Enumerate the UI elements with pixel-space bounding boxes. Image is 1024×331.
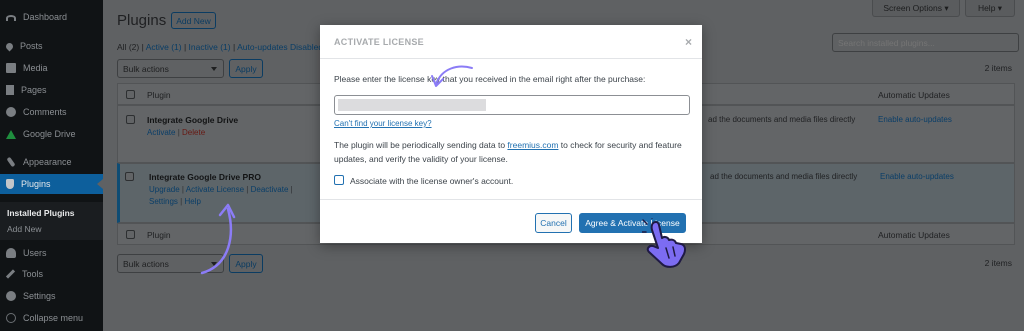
plugins-submenu: Installed Plugins Add New bbox=[0, 202, 103, 240]
filter-inactive-label: Inactive bbox=[188, 42, 218, 52]
sidebar-item-dashboard[interactable]: Dashboard bbox=[0, 7, 103, 27]
items-count-bottom: 2 items bbox=[984, 258, 1012, 268]
items-count-top: 2 items bbox=[984, 63, 1012, 73]
filter-active-count: (1) bbox=[171, 42, 182, 52]
filter-inactive[interactable]: Inactive (1) bbox=[189, 42, 231, 52]
cancel-button[interactable]: Cancel bbox=[535, 213, 572, 233]
plugin-description: ad the documents and media files directl… bbox=[710, 172, 858, 181]
license-instruction: Please enter the license key that you re… bbox=[334, 74, 646, 84]
collapse-icon bbox=[6, 313, 16, 323]
license-key-redacted bbox=[338, 99, 486, 111]
curved-arrow-icon bbox=[200, 203, 236, 275]
help-button[interactable]: Help ▾ bbox=[965, 0, 1015, 17]
associate-account-checkbox[interactable] bbox=[334, 175, 344, 185]
data-sharing-notice: The plugin will be periodically sending … bbox=[334, 138, 692, 166]
column-plugin: Plugin bbox=[147, 90, 171, 100]
sidebar-item-posts[interactable]: Posts bbox=[0, 36, 103, 56]
screen-options-button[interactable]: Screen Options ▾ bbox=[872, 0, 960, 17]
activate-link[interactable]: Activate bbox=[147, 128, 175, 137]
sidebar-item-label: Dashboard bbox=[23, 12, 68, 22]
hand-cursor-icon bbox=[642, 218, 686, 268]
admin-sidebar: Dashboard Posts Media Pages Comments Goo… bbox=[0, 0, 103, 331]
submenu-add-new[interactable]: Add New bbox=[7, 224, 42, 234]
bulk-actions-select-top[interactable]: Bulk actions bbox=[117, 59, 224, 78]
column-plugin: Plugin bbox=[147, 230, 171, 240]
sidebar-item-comments[interactable]: Comments bbox=[0, 102, 103, 122]
dialog-title: ACTIVATE LICENSE bbox=[334, 37, 424, 47]
row-actions: Activate | Delete bbox=[147, 128, 206, 137]
curved-arrow-icon bbox=[431, 65, 473, 87]
sidebar-item-label: Comments bbox=[23, 107, 67, 117]
brush-icon bbox=[6, 156, 16, 168]
comments-icon bbox=[6, 107, 16, 117]
sidebar-item-settings[interactable]: Settings bbox=[0, 286, 103, 306]
search-input[interactable] bbox=[832, 33, 1019, 52]
pin-icon bbox=[4, 41, 15, 51]
notice-text-before: The plugin will be periodically sending … bbox=[334, 140, 508, 150]
sidebar-item-label: Users bbox=[23, 248, 47, 258]
enable-auto-updates-link[interactable]: Enable auto-updates bbox=[878, 115, 952, 124]
plugin-name: Integrate Google Drive PRO bbox=[149, 172, 261, 182]
sidebar-item-google-drive[interactable]: Google Drive bbox=[0, 124, 103, 144]
page-title: Plugins bbox=[117, 12, 167, 29]
enable-auto-updates-link[interactable]: Enable auto-updates bbox=[880, 172, 954, 181]
filter-autoupdates-disabled[interactable]: Auto-updates Disabled bbox=[237, 42, 323, 52]
delete-link[interactable]: Delete bbox=[182, 128, 205, 137]
sidebar-item-label: Plugins bbox=[21, 179, 51, 189]
sidebar-item-tools[interactable]: Tools bbox=[0, 264, 103, 284]
upgrade-link[interactable]: Upgrade bbox=[149, 185, 180, 194]
sidebar-item-pages[interactable]: Pages bbox=[0, 80, 103, 100]
sidebar-item-label: Google Drive bbox=[23, 129, 76, 139]
activate-license-link[interactable]: Activate License bbox=[186, 185, 244, 194]
sidebar-item-users[interactable]: Users bbox=[0, 243, 103, 263]
settings-link[interactable]: Settings bbox=[149, 197, 178, 206]
select-all-checkbox[interactable] bbox=[126, 230, 135, 239]
filter-all-count: (2) bbox=[128, 42, 140, 52]
sidebar-item-media[interactable]: Media bbox=[0, 58, 103, 78]
filter-all[interactable]: All (2) bbox=[117, 42, 139, 52]
close-icon[interactable]: × bbox=[685, 35, 692, 49]
settings-icon bbox=[6, 291, 16, 301]
sidebar-item-appearance[interactable]: Appearance bbox=[0, 152, 103, 172]
cant-find-license-link[interactable]: Can't find your license key? bbox=[334, 119, 432, 128]
submenu-installed-plugins[interactable]: Installed Plugins bbox=[7, 208, 75, 218]
row-checkbox[interactable] bbox=[125, 172, 134, 181]
plugin-description: ad the documents and media files directl… bbox=[708, 115, 856, 124]
google-drive-icon bbox=[6, 129, 16, 139]
apply-button-top[interactable]: Apply bbox=[229, 59, 263, 78]
sidebar-item-label: Tools bbox=[22, 269, 44, 279]
freemius-link[interactable]: freemius.com bbox=[507, 140, 558, 150]
dialog-header: ACTIVATE LICENSE × bbox=[320, 25, 702, 59]
select-all-checkbox[interactable] bbox=[126, 90, 135, 99]
filter-active-label: Active bbox=[145, 42, 169, 52]
filter-inactive-count: (1) bbox=[220, 42, 231, 52]
dashboard-icon bbox=[6, 15, 16, 21]
users-icon bbox=[6, 248, 16, 258]
associate-account-label: Associate with the license owner's accou… bbox=[350, 176, 514, 186]
media-icon bbox=[6, 63, 16, 73]
activate-license-dialog: ACTIVATE LICENSE × Please enter the lice… bbox=[320, 25, 702, 243]
add-new-button[interactable]: Add New bbox=[171, 12, 216, 29]
plugin-icon bbox=[6, 179, 14, 189]
filter-all-label: All bbox=[117, 42, 127, 52]
sidebar-item-label: Settings bbox=[23, 291, 56, 301]
sidebar-item-label: Media bbox=[23, 63, 48, 73]
status-filters: All (2) | Active (1) | Inactive (1) | Au… bbox=[117, 42, 324, 52]
deactivate-link[interactable]: Deactivate bbox=[251, 185, 289, 194]
sidebar-item-label: Collapse menu bbox=[23, 313, 84, 323]
wrench-icon bbox=[5, 269, 16, 279]
column-automatic-updates: Automatic Updates bbox=[878, 230, 950, 240]
sidebar-item-plugins[interactable]: Plugins bbox=[0, 174, 103, 194]
sidebar-item-label: Pages bbox=[21, 85, 47, 95]
filter-active[interactable]: Active (1) bbox=[146, 42, 182, 52]
sidebar-item-label: Appearance bbox=[23, 157, 72, 167]
sidebar-item-label: Posts bbox=[20, 41, 43, 51]
sidebar-collapse-menu[interactable]: Collapse menu bbox=[0, 308, 103, 328]
pages-icon bbox=[6, 85, 14, 95]
column-automatic-updates: Automatic Updates bbox=[878, 90, 950, 100]
plugin-name: Integrate Google Drive bbox=[147, 115, 239, 125]
row-checkbox[interactable] bbox=[126, 115, 135, 124]
